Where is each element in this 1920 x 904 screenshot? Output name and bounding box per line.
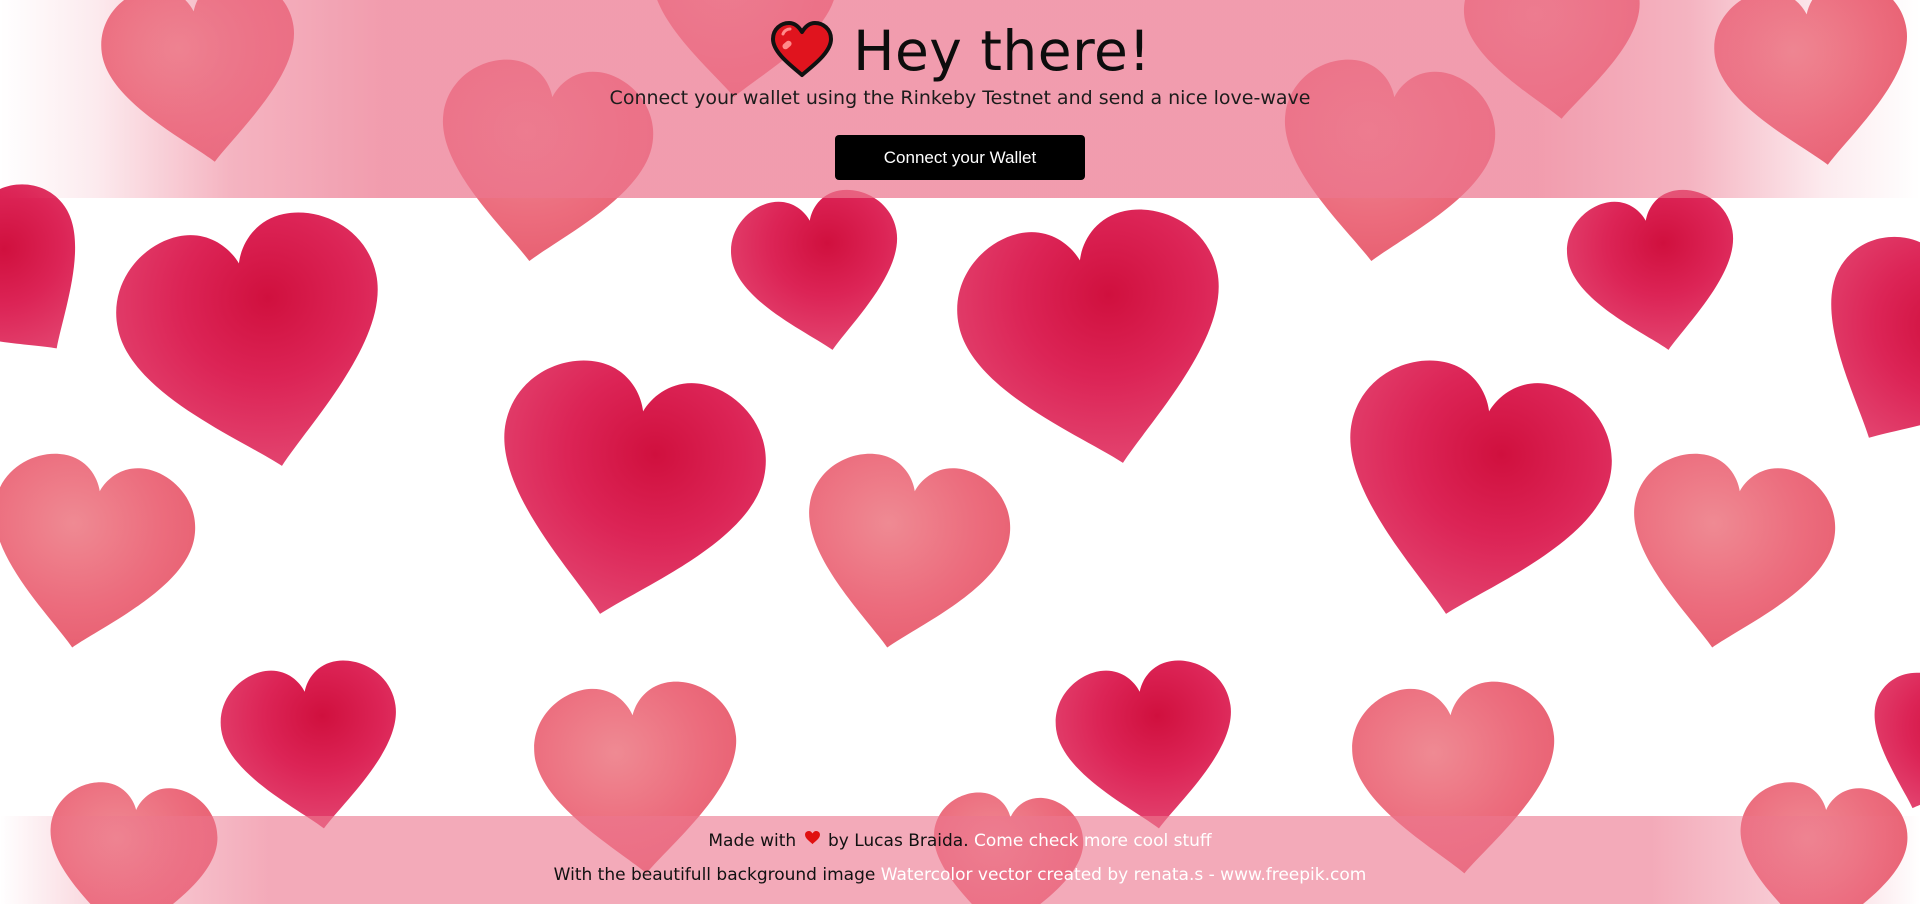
heart-background-icon bbox=[213, 653, 412, 841]
author-link[interactable]: Come check more cool stuff bbox=[974, 831, 1212, 851]
background-credit-text: With the beautifull background image bbox=[553, 865, 876, 885]
author-text: by Lucas Braida. bbox=[827, 831, 969, 851]
heart-background-icon bbox=[0, 163, 129, 399]
heart-background-icon bbox=[1048, 653, 1247, 841]
heart-icon bbox=[804, 831, 820, 845]
made-with-text: Made with bbox=[708, 831, 797, 851]
footer: Made with by Lucas Braida. Come check mo… bbox=[0, 816, 1920, 904]
heart-background-icon bbox=[1316, 345, 1627, 642]
heart-background-icon bbox=[1775, 214, 1920, 488]
heart-background-icon bbox=[0, 444, 205, 666]
footer-attribution-line: With the beautifull background image Wat… bbox=[0, 864, 1920, 886]
title-row: Hey there! bbox=[0, 16, 1920, 86]
heart-background-icon bbox=[101, 197, 412, 494]
heart-background-icon bbox=[942, 194, 1253, 491]
freepik-credit-link[interactable]: Watercolor vector created by renata.s - … bbox=[881, 865, 1367, 885]
red-heart-emoji-icon bbox=[771, 21, 834, 77]
heart-background-icon bbox=[723, 181, 915, 365]
heart-background-icon bbox=[1612, 444, 1845, 666]
heart-background-icon bbox=[787, 444, 1020, 666]
page-title: Hey there! bbox=[853, 19, 1151, 83]
header-banner: Hey there! Connect your wallet using the… bbox=[0, 0, 1920, 198]
footer-credits-line: Made with by Lucas Braida. Come check mo… bbox=[0, 830, 1920, 852]
heart-background-icon bbox=[470, 345, 781, 642]
connect-wallet-button[interactable]: Connect your Wallet bbox=[835, 135, 1085, 180]
page-subtitle: Connect your wallet using the Rinkeby Te… bbox=[609, 87, 1311, 109]
heart-background-icon bbox=[1559, 181, 1751, 365]
